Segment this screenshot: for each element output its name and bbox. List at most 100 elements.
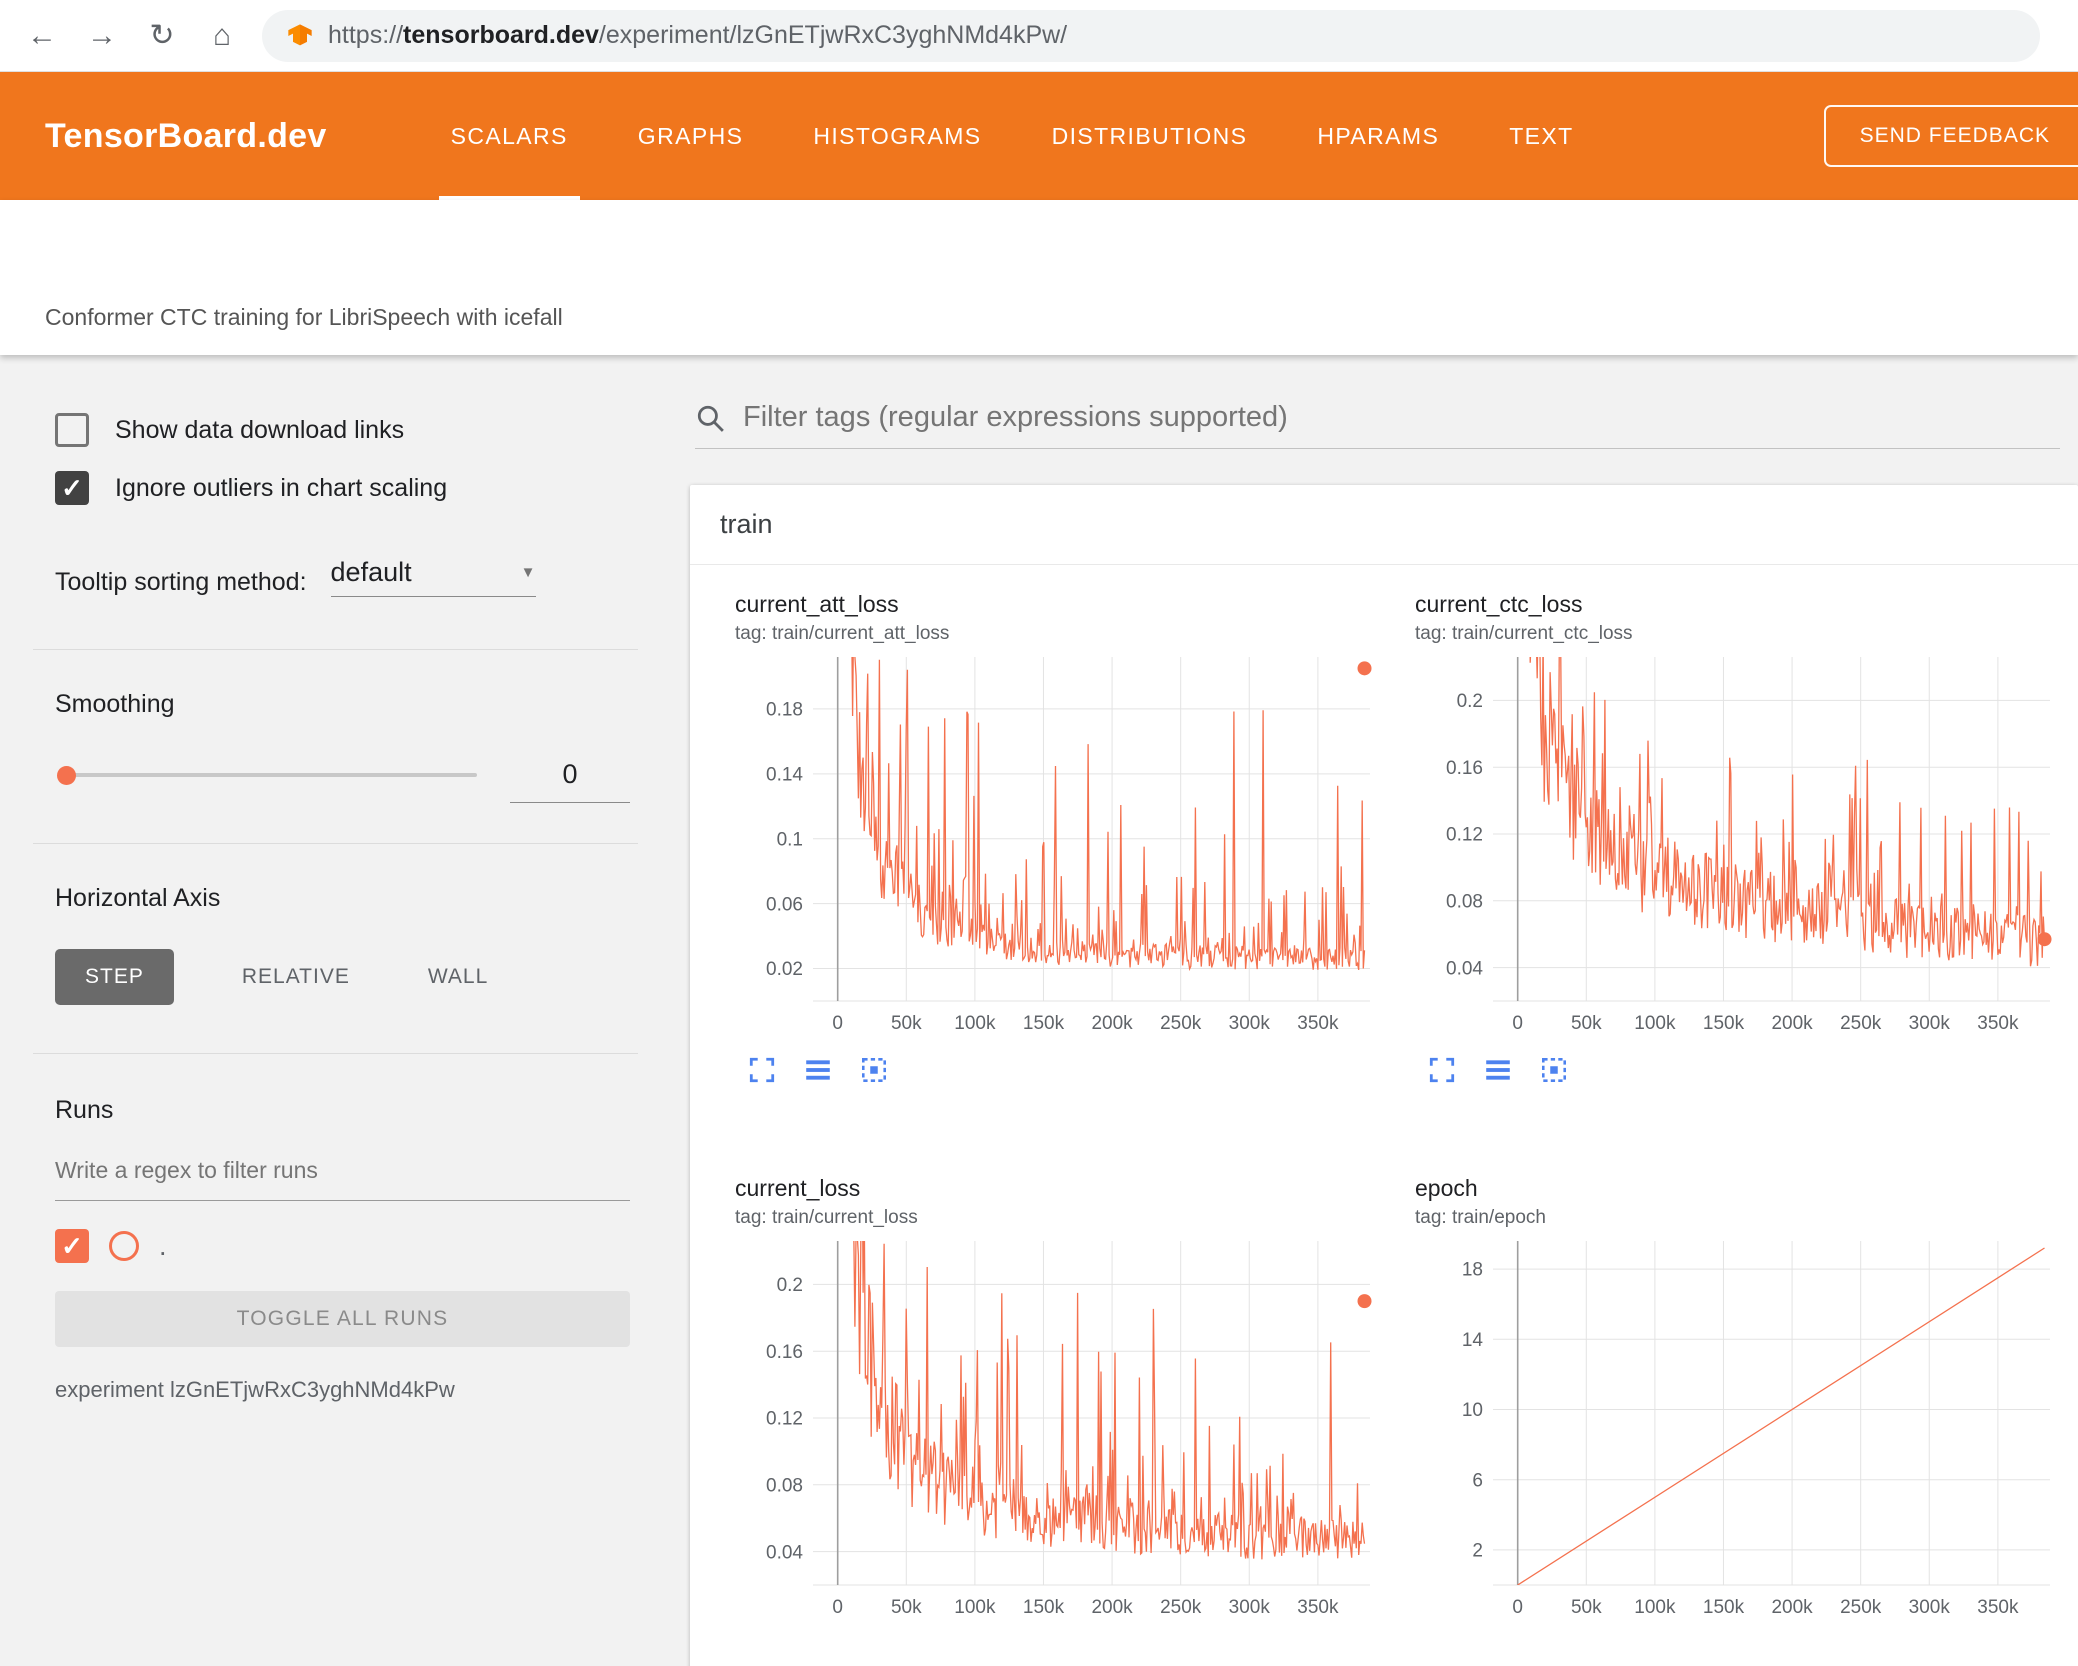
- browser-chrome: ← → ↻ ⌂ https://tensorboard.dev/experime…: [0, 0, 2078, 72]
- svg-text:250k: 250k: [1840, 1597, 1882, 1618]
- train-card: train current_att_loss tag: train/curren…: [690, 485, 2078, 1666]
- svg-text:0.2: 0.2: [777, 1275, 803, 1296]
- tooltip-sorting-dropdown[interactable]: default ▼: [330, 557, 536, 597]
- svg-text:50k: 50k: [891, 1013, 922, 1034]
- run-row: ✓ .: [55, 1229, 630, 1263]
- svg-text:250k: 250k: [1840, 1013, 1882, 1034]
- runs-table-icon[interactable]: [803, 1055, 833, 1085]
- smoothing-slider[interactable]: 0: [55, 759, 630, 803]
- runs-label: Runs: [55, 1096, 114, 1124]
- settings-sidebar: Show data download links ✓ Ignore outlie…: [0, 355, 660, 1666]
- chart-toolbar: [1415, 1055, 2070, 1085]
- toggle-all-runs-button[interactable]: TOGGLE ALL RUNS: [55, 1291, 630, 1347]
- smoothing-value-field[interactable]: 0: [510, 759, 630, 803]
- svg-text:50k: 50k: [891, 1597, 922, 1618]
- svg-text:300k: 300k: [1909, 1013, 1951, 1034]
- forward-icon[interactable]: →: [82, 16, 122, 56]
- tab-hparams[interactable]: HPARAMS: [1313, 72, 1443, 200]
- svg-text:200k: 200k: [1091, 1597, 1133, 1618]
- svg-text:0.14: 0.14: [766, 764, 803, 785]
- chart-current-loss[interactable]: 0.04 0.08 0.12 0.16 0.2 0 50k 100k 150k 200k 250k 3…: [735, 1233, 1375, 1631]
- chart-toolbar: [735, 1055, 1395, 1085]
- axis-relative-button[interactable]: RELATIVE: [232, 949, 360, 1005]
- svg-text:100k: 100k: [954, 1597, 996, 1618]
- chart-block-current-ctc-loss: current_ctc_loss tag: train/current_ctc_…: [1415, 591, 2070, 1085]
- chart-current-att-loss[interactable]: 0.02 0.06 0.1 0.14 0.18 0 50k 100k 150k 200k 250k 3…: [735, 649, 1375, 1047]
- chart-tag: tag: train/current_loss: [735, 1207, 918, 1228]
- send-feedback-button[interactable]: SEND FEEDBACK: [1823, 105, 2078, 167]
- filter-tags-input[interactable]: [743, 401, 2060, 434]
- svg-text:300k: 300k: [1909, 1597, 1951, 1618]
- run-name: .: [159, 1230, 167, 1261]
- reload-icon[interactable]: ↻: [142, 16, 182, 56]
- svg-text:350k: 350k: [1977, 1013, 2019, 1034]
- svg-text:350k: 350k: [1297, 1597, 1339, 1618]
- svg-text:0.02: 0.02: [766, 959, 803, 980]
- svg-text:0: 0: [832, 1013, 843, 1034]
- ignore-outliers-checkbox[interactable]: ✓: [55, 471, 89, 505]
- svg-text:200k: 200k: [1771, 1597, 1813, 1618]
- fit-domain-icon[interactable]: [859, 1055, 889, 1085]
- run-checkbox[interactable]: ✓: [55, 1229, 89, 1263]
- svg-text:50k: 50k: [1571, 1013, 1602, 1034]
- chevron-down-icon: ▼: [520, 564, 536, 581]
- chart-current-ctc-loss[interactable]: 0.04 0.08 0.12 0.16 0.2 0 50k 100k 150k 200k 250k 3…: [1415, 649, 2055, 1047]
- chart-epoch[interactable]: 2 6 10 14 18 0 50k 100k 150k 200k 250k 300k 350k: [1415, 1233, 2055, 1631]
- axis-step-button[interactable]: STEP: [55, 949, 174, 1005]
- svg-text:300k: 300k: [1229, 1597, 1271, 1618]
- svg-text:100k: 100k: [954, 1013, 996, 1034]
- chart-tag: tag: train/current_ctc_loss: [1415, 623, 1633, 644]
- svg-text:0.08: 0.08: [766, 1475, 803, 1496]
- experiment-header: Conformer CTC training for LibriSpeech w…: [0, 200, 2078, 355]
- svg-text:0.04: 0.04: [1446, 958, 1483, 979]
- run-color-swatch: [109, 1231, 139, 1261]
- svg-text:200k: 200k: [1091, 1013, 1133, 1034]
- svg-text:250k: 250k: [1160, 1013, 1202, 1034]
- svg-text:0: 0: [1512, 1597, 1523, 1618]
- home-icon[interactable]: ⌂: [202, 16, 242, 56]
- runs-filter-input[interactable]: [55, 1151, 630, 1201]
- app-title: TensorBoard.dev: [45, 116, 327, 155]
- svg-text:0.16: 0.16: [1446, 758, 1483, 779]
- runs-table-icon[interactable]: [1483, 1055, 1513, 1085]
- tab-histograms[interactable]: HISTOGRAMS: [809, 72, 985, 200]
- divider: [33, 1053, 638, 1054]
- svg-text:0: 0: [832, 1597, 843, 1618]
- svg-text:10: 10: [1462, 1400, 1483, 1421]
- chart-block-current-att-loss: current_att_loss tag: train/current_att_…: [735, 591, 1395, 1085]
- slider-thumb[interactable]: [57, 766, 76, 785]
- address-bar[interactable]: https://tensorboard.dev/experiment/lzGnE…: [262, 9, 2040, 62]
- show-download-links-checkbox[interactable]: [55, 413, 89, 447]
- chart-title: epoch: [1415, 1175, 1478, 1201]
- search-icon: [697, 405, 724, 432]
- app-header: TensorBoard.dev SCALARS GRAPHS HISTOGRAM…: [0, 72, 2078, 200]
- tab-graphs[interactable]: GRAPHS: [634, 72, 748, 200]
- axis-wall-button[interactable]: WALL: [418, 949, 498, 1005]
- chart-title: current_loss: [735, 1175, 861, 1201]
- svg-text:150k: 150k: [1023, 1597, 1065, 1618]
- tensorboard-favicon: [288, 23, 312, 45]
- tab-distributions[interactable]: DISTRIBUTIONS: [1048, 72, 1252, 200]
- back-icon[interactable]: ←: [22, 16, 62, 56]
- tab-scalars[interactable]: SCALARS: [438, 72, 580, 200]
- svg-text:2: 2: [1472, 1541, 1483, 1562]
- svg-text:18: 18: [1462, 1260, 1483, 1281]
- svg-text:0: 0: [1512, 1013, 1523, 1034]
- tab-text[interactable]: TEXT: [1505, 72, 1577, 200]
- chart-title: current_ctc_loss: [1415, 591, 1583, 617]
- fit-domain-icon[interactable]: [1539, 1055, 1569, 1085]
- svg-text:150k: 150k: [1023, 1013, 1065, 1034]
- slider-track[interactable]: [65, 773, 477, 777]
- charts-grid: current_att_loss tag: train/current_att_…: [690, 565, 2078, 1631]
- tag-group-title[interactable]: train: [690, 485, 2078, 565]
- svg-text:50k: 50k: [1571, 1597, 1602, 1618]
- horizontal-axis-label: Horizontal Axis: [55, 884, 221, 912]
- tooltip-sorting-row: Tooltip sorting method: default ▼: [55, 557, 630, 597]
- chart-block-current-loss: current_loss tag: train/current_loss 0.0…: [735, 1175, 1395, 1631]
- svg-text:250k: 250k: [1160, 1597, 1202, 1618]
- svg-text:200k: 200k: [1771, 1013, 1813, 1034]
- divider: [33, 843, 638, 844]
- expand-chart-icon[interactable]: [747, 1055, 777, 1085]
- chart-title: current_att_loss: [735, 591, 899, 617]
- expand-chart-icon[interactable]: [1427, 1055, 1457, 1085]
